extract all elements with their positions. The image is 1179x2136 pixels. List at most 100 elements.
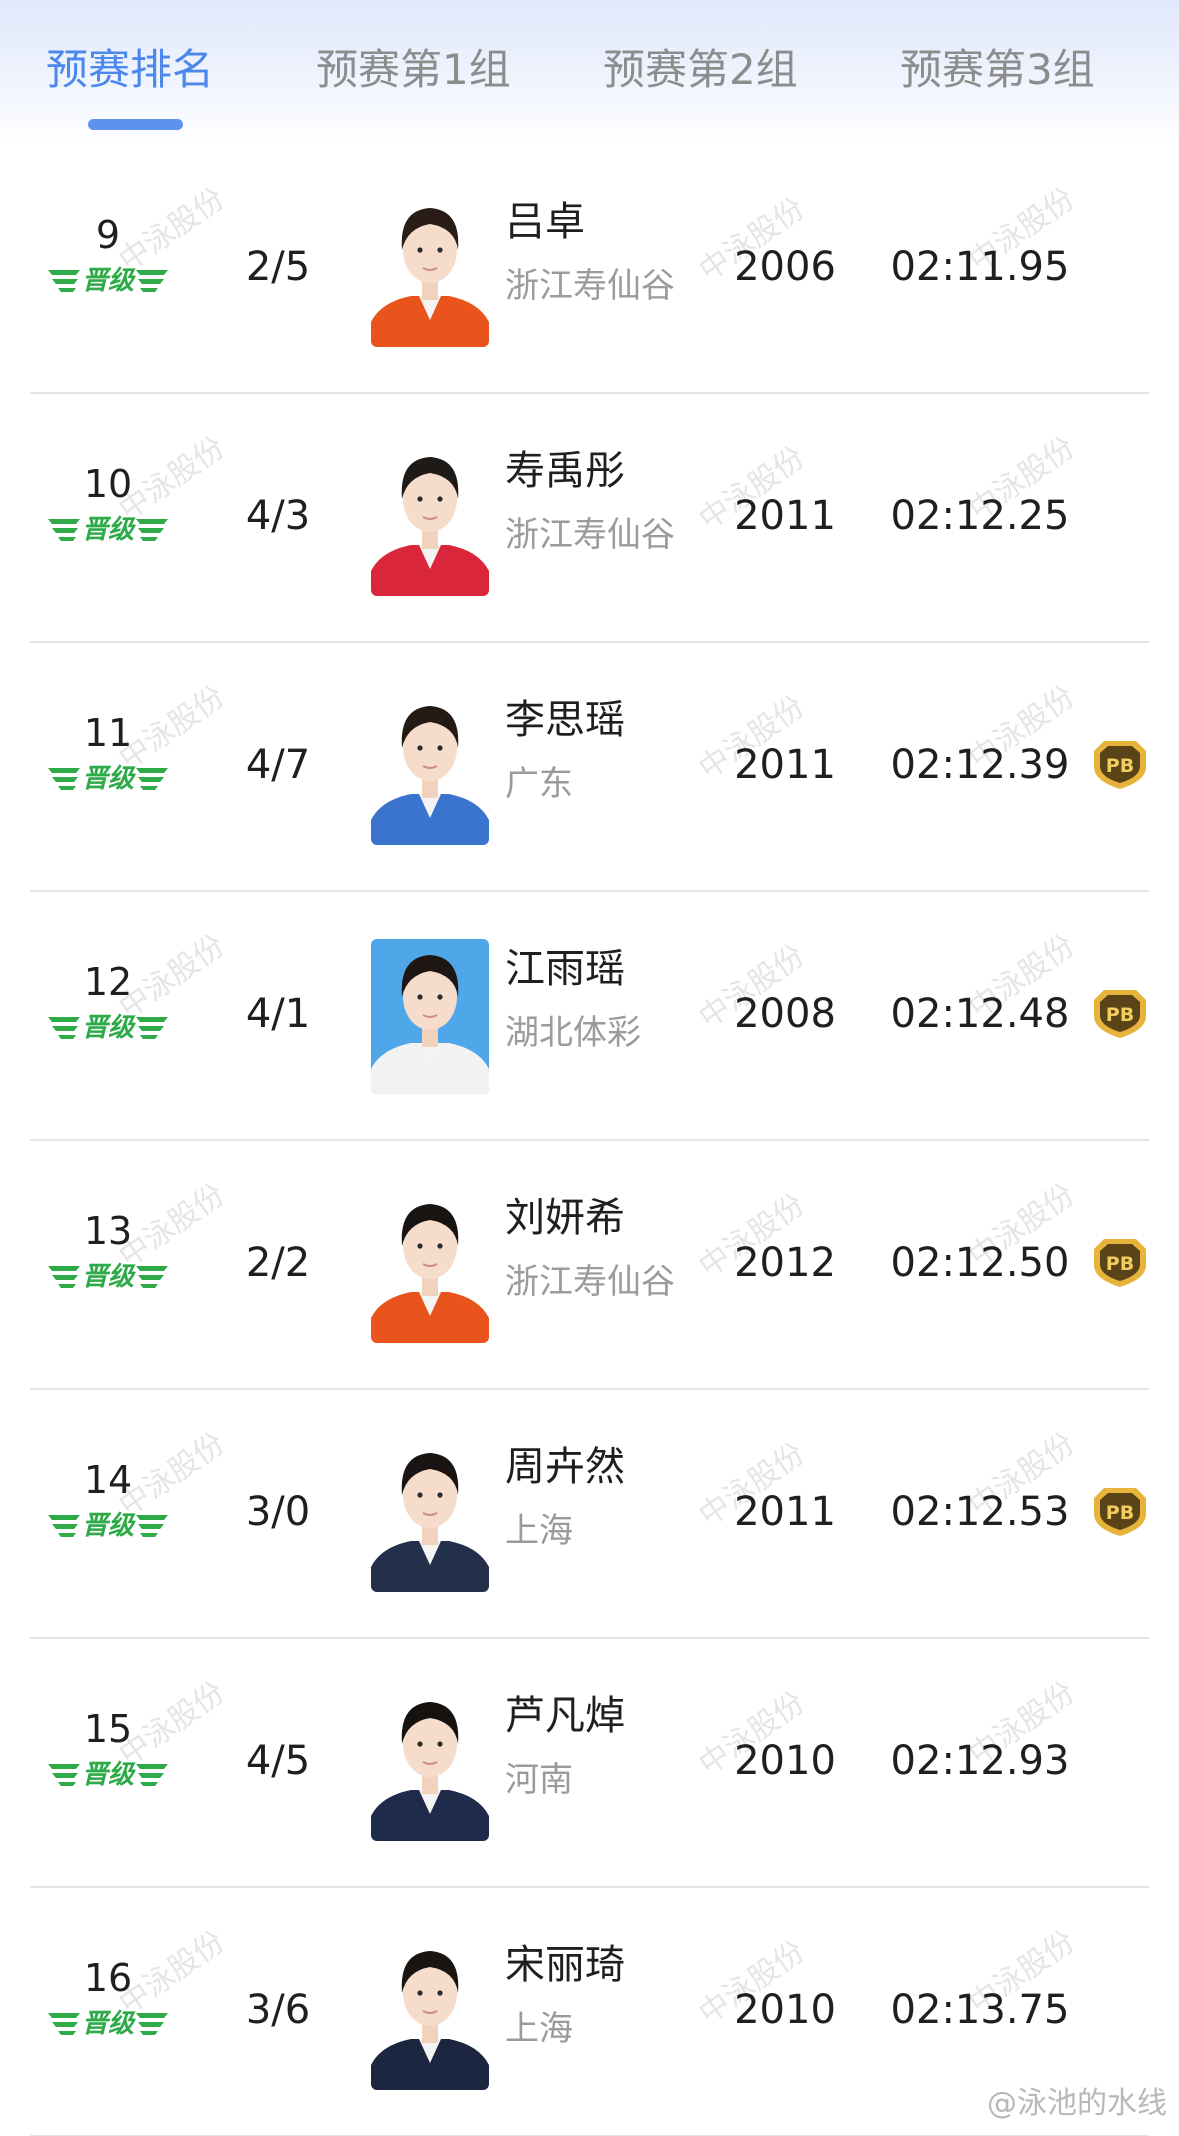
qualified-badge: 晋级 (46, 1007, 170, 1043)
athlete-team: 上海 (505, 2009, 573, 2049)
pb-label: PB (1106, 755, 1134, 777)
athlete-photo (371, 1437, 489, 1592)
page: 预赛排名 预赛第1组 预赛第2组 预赛第3组 中泳股份 中泳股份 中泳股份 9 晋级 2/… (0, 0, 1179, 2136)
ranking-row[interactable]: 中泳股份 中泳股份 中泳股份 14 晋级 3/0 周卉然 上海 2011 02:12.53 PB (0, 1390, 1179, 1639)
pb-shield-icon: PB (1094, 1488, 1146, 1536)
athlete-photo (371, 1686, 489, 1841)
rank-number: 9 (95, 213, 121, 257)
athlete-name: 宋丽琦 (505, 1942, 625, 1988)
rank-number: 14 (83, 1458, 133, 1502)
qualified-badge: 晋级 (46, 1256, 170, 1292)
birth-year: 2008 (734, 991, 836, 1037)
ranking-row[interactable]: 中泳股份 中泳股份 中泳股份 12 晋级 4/1 江雨瑶 湖北体彩 2008 02:12.48 PB (0, 892, 1179, 1141)
tab-heat-group-1[interactable]: 预赛第1组 (316, 40, 511, 100)
heat-lane: 4/1 (245, 991, 311, 1037)
athlete-name: 寿禹彤 (505, 448, 625, 494)
athlete-name: 江雨瑶 (505, 946, 625, 992)
result-time: 02:12.48 (890, 991, 1070, 1037)
athlete-team: 浙江寿仙谷 (505, 1262, 675, 1302)
pb-label: PB (1106, 1004, 1134, 1026)
athlete-portrait-icon (371, 690, 489, 845)
active-tab-indicator (88, 119, 183, 130)
athlete-portrait-icon (371, 192, 489, 347)
athlete-name: 李思瑶 (505, 697, 625, 743)
pb-label: PB (1106, 1253, 1134, 1275)
rank-number: 15 (83, 1707, 133, 1751)
qualified-wings-icon: 晋级 (48, 2009, 168, 2039)
athlete-photo (371, 939, 489, 1094)
qualified-badge: 晋级 (46, 2003, 170, 2039)
heat-lane: 4/5 (245, 1738, 311, 1784)
pb-shield-icon: PB (1094, 741, 1146, 789)
heat-lane: 4/3 (245, 493, 311, 539)
athlete-photo (371, 441, 489, 596)
personal-best-badge: PB (1090, 1235, 1150, 1289)
ranking-row[interactable]: 中泳股份 中泳股份 中泳股份 10 晋级 4/3 寿禹彤 浙江寿仙谷 2011 02:12.25 (0, 394, 1179, 643)
qualified-wings-icon: 晋级 (48, 266, 168, 296)
athlete-portrait-icon (371, 1188, 489, 1343)
qualified-label: 晋级 (82, 2009, 136, 2039)
tab-heat-group-3[interactable]: 预赛第3组 (900, 40, 1095, 100)
qualified-badge: 晋级 (46, 260, 170, 296)
ranking-row[interactable]: 中泳股份 中泳股份 中泳股份 9 晋级 2/5 吕卓 浙江寿仙谷 2006 02:11.95 (0, 145, 1179, 394)
athlete-photo (371, 192, 489, 347)
ranking-row[interactable]: 中泳股份 中泳股份 中泳股份 15 晋级 4/5 芦凡焯 河南 2010 02:12.93 (0, 1639, 1179, 1888)
athlete-team: 河南 (505, 1760, 573, 1800)
athlete-name: 芦凡焯 (505, 1693, 625, 1739)
rank-number: 11 (83, 711, 133, 755)
heat-lane: 3/0 (245, 1489, 311, 1535)
rank-number: 16 (83, 1956, 133, 2000)
result-time: 02:12.25 (890, 493, 1070, 539)
rank-number: 10 (83, 462, 133, 506)
qualified-label: 晋级 (82, 266, 136, 296)
athlete-portrait-icon (371, 939, 489, 1094)
athlete-portrait-icon (371, 1437, 489, 1592)
rank-number: 12 (83, 960, 133, 1004)
result-time: 02:13.75 (890, 1987, 1070, 2033)
heat-lane: 3/6 (245, 1987, 311, 2033)
qualified-badge: 晋级 (46, 1505, 170, 1541)
rank-number: 13 (83, 1209, 133, 1253)
qualified-wings-icon: 晋级 (48, 1511, 168, 1541)
tab-heat-group-2[interactable]: 预赛第2组 (603, 40, 798, 100)
qualified-wings-icon: 晋级 (48, 515, 168, 545)
result-time: 02:12.39 (890, 742, 1070, 788)
tab-heats-ranking[interactable]: 预赛排名 (46, 40, 214, 100)
athlete-name: 刘妍希 (505, 1195, 625, 1241)
qualified-label: 晋级 (82, 515, 136, 545)
qualified-label: 晋级 (82, 1013, 136, 1043)
pb-label: PB (1106, 1502, 1134, 1524)
result-time: 02:12.53 (890, 1489, 1070, 1535)
qualified-wings-icon: 晋级 (48, 1262, 168, 1292)
qualified-label: 晋级 (82, 1511, 136, 1541)
athlete-name: 周卉然 (505, 1444, 625, 1490)
qualified-wings-icon: 晋级 (48, 764, 168, 794)
personal-best-badge: PB (1090, 737, 1150, 791)
athlete-team: 上海 (505, 1511, 573, 1551)
qualified-badge: 晋级 (46, 509, 170, 545)
birth-year: 2010 (734, 1738, 836, 1784)
birth-year: 2011 (734, 742, 836, 788)
athlete-team: 浙江寿仙谷 (505, 266, 675, 306)
birth-year: 2012 (734, 1240, 836, 1286)
athlete-name: 吕卓 (505, 199, 585, 245)
athlete-portrait-icon (371, 441, 489, 596)
athlete-portrait-icon (371, 1686, 489, 1841)
result-time: 02:12.93 (890, 1738, 1070, 1784)
qualified-label: 晋级 (82, 764, 136, 794)
ranking-row[interactable]: 中泳股份 中泳股份 中泳股份 11 晋级 4/7 李思瑶 广东 2011 02:12.39 PB (0, 643, 1179, 892)
athlete-team: 浙江寿仙谷 (505, 515, 675, 555)
heat-lane: 4/7 (245, 742, 311, 788)
tab-bar: 预赛排名 预赛第1组 预赛第2组 预赛第3组 (0, 0, 1179, 145)
result-time: 02:12.50 (890, 1240, 1070, 1286)
personal-best-badge: PB (1090, 1484, 1150, 1538)
birth-year: 2010 (734, 1987, 836, 2033)
heat-lane: 2/2 (245, 1240, 311, 1286)
qualified-label: 晋级 (82, 1262, 136, 1292)
athlete-photo (371, 1188, 489, 1343)
result-time: 02:11.95 (890, 244, 1070, 290)
birth-year: 2011 (734, 493, 836, 539)
ranking-row[interactable]: 中泳股份 中泳股份 中泳股份 13 晋级 2/2 刘妍希 浙江寿仙谷 2012 02:12.50 P… (0, 1141, 1179, 1390)
personal-best-badge: PB (1090, 986, 1150, 1040)
athlete-team: 湖北体彩 (505, 1013, 641, 1053)
